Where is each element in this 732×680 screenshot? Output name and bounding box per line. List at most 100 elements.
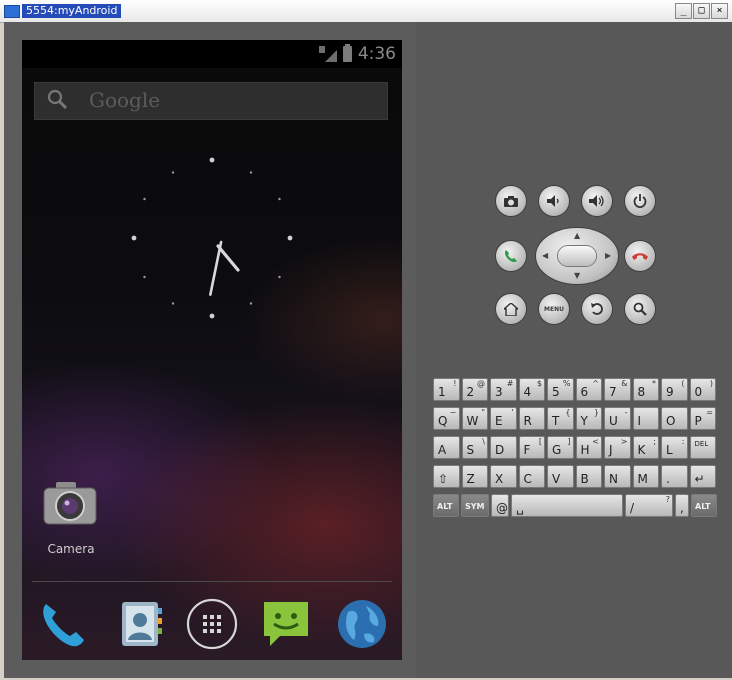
key-7[interactable]: 7 & [604,378,631,401]
key-g[interactable]: G] [547,436,574,459]
hardware-keyboard: 1! 2 @3 #4 $5% 6 ^ 7 & 8 * 9(0) Q ~ W " E ' R T{Y} U - I O P = A S \… [433,378,719,522]
volume-down-button[interactable] [539,186,569,216]
key-x[interactable]: X [490,465,517,488]
key-w[interactable]: W " [461,407,488,430]
home-button[interactable] [496,294,526,324]
dpad-left[interactable]: ◀ [542,251,548,260]
key-l[interactable]: L: [661,436,688,459]
key-2[interactable]: 2 @ [461,378,488,401]
key-alt[interactable]: ALT [433,494,459,517]
back-button[interactable] [582,294,612,324]
search-placeholder: Google [89,88,161,112]
phone-icon[interactable] [34,596,90,652]
key-a[interactable]: A [433,436,460,459]
key-/[interactable]: /? [625,494,673,517]
key-␣[interactable]: ␣ [511,494,623,517]
key-alt-label: : [681,437,685,446]
key-r[interactable]: R [518,407,545,430]
key-label: E [495,414,503,428]
key-4[interactable]: 4 $ [518,378,545,401]
key-c[interactable]: C [518,465,545,488]
key-label: 5 [552,385,560,399]
dpad-center[interactable] [558,246,596,266]
window-title: 5554:myAndroid [22,4,122,18]
key-j[interactable]: J > [604,436,631,459]
minimize-button[interactable]: _ [675,3,692,19]
search-button[interactable] [625,294,655,324]
key-0[interactable]: 0) [689,378,716,401]
all-apps-icon[interactable] [184,596,240,652]
close-button[interactable]: × [711,3,728,19]
key-b[interactable]: B [575,465,602,488]
key-sym[interactable]: SYM [461,494,489,517]
analog-clock-widget[interactable] [114,140,310,336]
maximize-button[interactable]: □ [693,3,710,19]
key-label: DEL [694,440,709,448]
dpad[interactable]: ▲ ▼ ◀ ▶ [536,228,618,284]
messaging-icon[interactable] [258,596,314,652]
key-@[interactable]: @ [491,494,509,517]
key-9[interactable]: 9( [661,378,688,401]
key-5[interactable]: 5% [547,378,574,401]
key-label: I [637,414,642,428]
key-label: M [637,472,648,486]
key-label: N [609,472,618,486]
key-f[interactable]: F[ [518,436,545,459]
key-label: 1 [438,385,446,399]
key-,[interactable]: , [675,494,689,517]
google-search-bar[interactable]: Google [34,82,388,120]
key-label: 7 [609,385,617,399]
key-p[interactable]: P = [689,407,716,430]
call-button[interactable] [496,241,526,271]
key-alt-label: { [565,408,571,417]
key-m[interactable]: M [632,465,659,488]
browser-icon[interactable] [334,596,390,652]
key-label: ␣ [516,501,524,515]
volume-down-icon [547,195,559,207]
key-e[interactable]: E ' [490,407,517,430]
key-n[interactable]: N [604,465,631,488]
key-label: P [694,414,702,428]
end-call-button[interactable] [625,241,655,271]
dpad-down[interactable]: ▼ [574,271,580,280]
key-8[interactable]: 8 * [632,378,659,401]
key-6[interactable]: 6 ^ [575,378,602,401]
key-h[interactable]: H < [575,436,602,459]
key-3[interactable]: 3 # [490,378,517,401]
key-.[interactable]: . [661,465,688,488]
key-i[interactable]: I [632,407,659,430]
key-z[interactable]: Z [461,465,488,488]
camera-button[interactable] [496,186,526,216]
device-panel: 4:36 Google Camera [4,22,416,678]
camera-icon [43,482,97,525]
key-t[interactable]: T{ [547,407,574,430]
key-label: ALT [695,502,711,511]
key-v[interactable]: V [547,465,574,488]
power-icon [633,194,647,208]
dpad-right[interactable]: ▶ [605,251,611,260]
power-button[interactable] [625,186,655,216]
key-y[interactable]: Y} [575,407,602,430]
key-⇧[interactable]: ⇧ [433,465,460,488]
key-k[interactable]: K; [632,436,659,459]
menu-button[interactable]: MENU [539,294,569,324]
dpad-up[interactable]: ▲ [574,231,580,240]
contacts-icon[interactable] [112,596,168,652]
key-label: V [552,472,561,486]
signal-icon [318,46,337,62]
home-app-camera[interactable]: Camera [36,480,106,560]
key-d[interactable]: D [490,436,517,459]
key-1[interactable]: 1! [433,378,460,401]
key-del[interactable]: DEL [689,436,716,459]
key-alt-label: " [481,408,485,417]
key-s[interactable]: S \ [461,436,488,459]
android-screen[interactable]: 4:36 Google Camera [22,40,402,660]
key-alt[interactable]: ALT [691,494,717,517]
key-q[interactable]: Q ~ [433,407,460,430]
volume-up-button[interactable] [582,186,612,216]
key-↵[interactable]: ↵ [689,465,716,488]
key-u[interactable]: U- [604,407,631,430]
key-o[interactable]: O [661,407,688,430]
key-label: U [609,414,618,428]
key-label: J [609,443,613,457]
